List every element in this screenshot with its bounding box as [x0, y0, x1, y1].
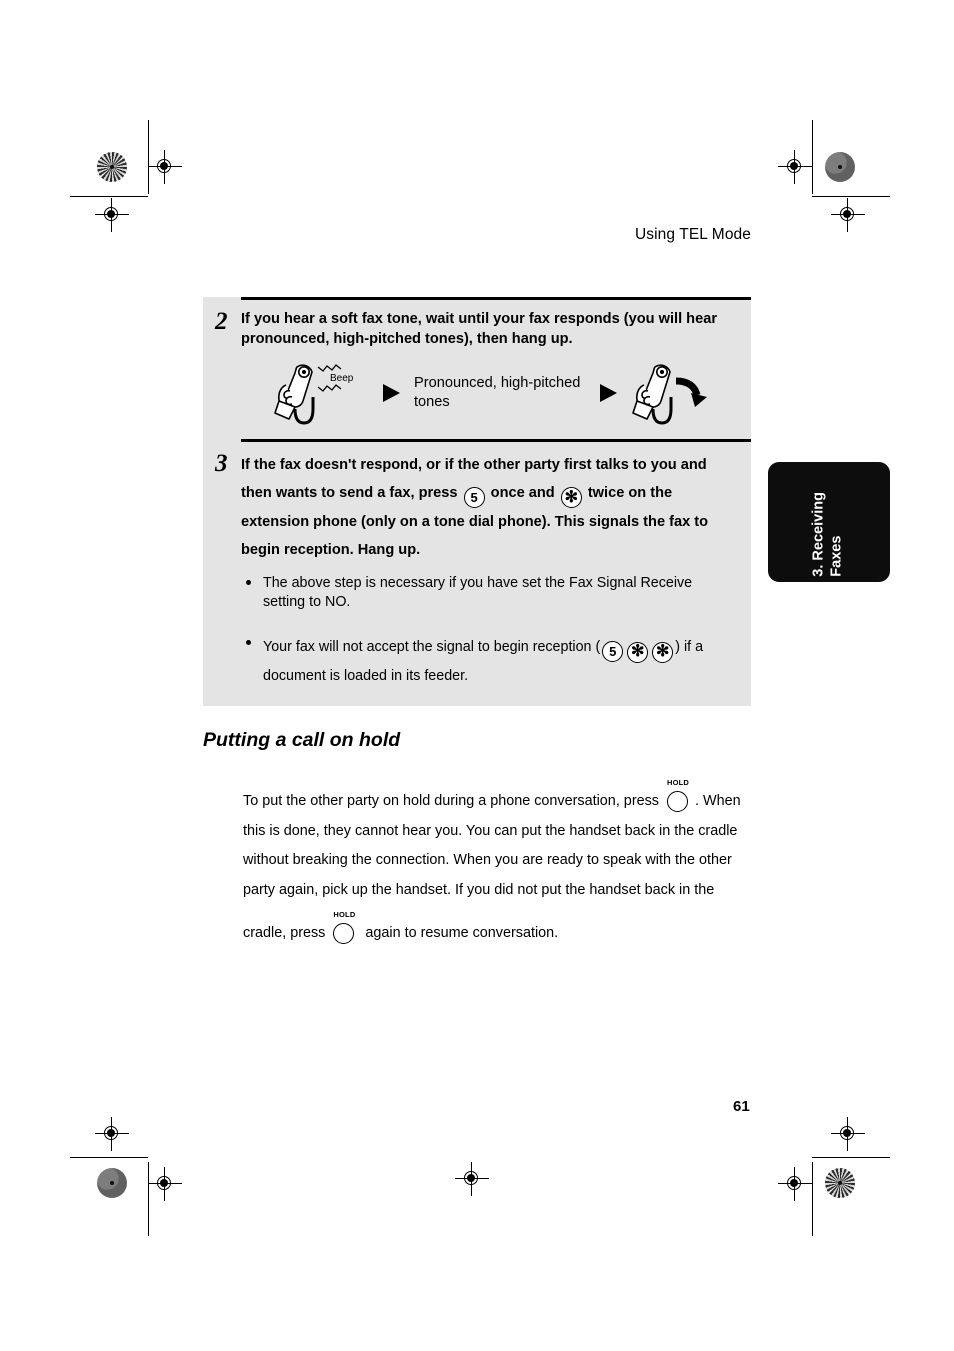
- key-5-icon: 5: [602, 641, 624, 663]
- hold-button-label: HOLD: [333, 910, 356, 920]
- registration-mark: [148, 150, 182, 184]
- manual-page: Using TEL Mode 3. Receiving Faxes 2 If y…: [0, 0, 954, 1351]
- note-item: The above step is necessary if you have …: [241, 574, 735, 612]
- step-3-text: If the fax doesn't respond, or if the ot…: [241, 451, 737, 565]
- note-text-part-1: Your fax will not accept the signal to b…: [263, 639, 601, 656]
- registration-mark: [455, 1162, 489, 1196]
- illustration-caption: Pronounced, high-pitched tones: [414, 375, 581, 411]
- hold-text-part-1: To put the other party on hold during a …: [243, 793, 663, 809]
- trim-line: [70, 1157, 148, 1158]
- trim-line: [812, 1162, 813, 1236]
- star-target-mark: [825, 1168, 855, 1198]
- running-head: Using TEL Mode: [635, 226, 751, 243]
- registration-mark: [95, 198, 129, 232]
- hold-button-icon: HOLD: [330, 911, 360, 945]
- solid-target-mark: [825, 152, 855, 182]
- trim-line: [70, 196, 148, 197]
- step-3: 3 If the fax doesn't respond, or if the …: [203, 442, 751, 569]
- trim-line: [812, 196, 890, 197]
- beep-label: Beep: [330, 373, 354, 384]
- hold-button-label: HOLD: [667, 778, 690, 787]
- step-3-number: 3: [215, 449, 228, 477]
- key-asterisk-icon: ✻: [652, 641, 674, 663]
- notes-list: The above step is necessary if you have …: [203, 568, 751, 705]
- note-text: The above step is necessary if you have …: [263, 575, 693, 611]
- hold-section-body: To put the other party on hold during a …: [243, 779, 743, 949]
- registration-mark: [95, 1117, 129, 1151]
- hold-paragraph-2: cradle, press HOLD again to resume conve…: [243, 911, 743, 949]
- hold-button-circle: [333, 923, 355, 945]
- step-2: 2 If you hear a soft fax tone, wait unti…: [203, 300, 751, 354]
- step-2-illustration: Beep Pronounced, high-pitched tones: [203, 353, 751, 439]
- instruction-panel: 2 If you hear a soft fax tone, wait unti…: [203, 297, 751, 706]
- step-2-number: 2: [215, 307, 228, 335]
- section-heading: Putting a call on hold: [203, 729, 401, 751]
- chapter-tab-textbox: 3. Receiving Faxes: [768, 462, 888, 582]
- key-5-icon: 5: [463, 486, 485, 508]
- note-item: Your fax will not accept the signal to b…: [241, 634, 735, 690]
- hold-button-circle: [667, 791, 688, 812]
- registration-mark: [778, 1167, 812, 1201]
- registration-mark: [778, 150, 812, 184]
- key-asterisk-icon: ✻: [627, 641, 649, 663]
- registration-mark: [148, 1167, 182, 1201]
- hold-text-part-4: again to resume conversation.: [361, 925, 559, 942]
- chapter-tab-label: 3. Receiving Faxes: [810, 492, 844, 577]
- solid-target-mark: [97, 1168, 127, 1198]
- registration-mark: [831, 198, 865, 232]
- chapter-tab: 3. Receiving Faxes: [768, 462, 890, 582]
- hold-text-part-3: cradle, press: [243, 925, 330, 942]
- step-3-text-part-2: once and: [486, 484, 559, 501]
- trim-line: [812, 1157, 890, 1158]
- bullet-dot-icon: [246, 640, 251, 646]
- handset-hangup-icon: [632, 364, 707, 425]
- page-number: 61: [733, 1098, 750, 1115]
- hold-button-icon: HOLD: [664, 779, 694, 812]
- arrow-right-icon: [600, 384, 617, 403]
- key-asterisk-icon: ✻: [560, 487, 582, 509]
- registration-mark: [831, 1117, 865, 1151]
- bullet-dot-icon: [246, 580, 251, 586]
- arrow-right-icon: [383, 384, 400, 403]
- step-2-text: If you hear a soft fax tone, wait until …: [241, 310, 717, 347]
- trim-line: [812, 120, 813, 194]
- star-target-mark: [97, 152, 127, 182]
- handset-ringing-icon: Beep: [274, 364, 354, 425]
- hold-paragraph: To put the other party on hold during a …: [243, 779, 743, 905]
